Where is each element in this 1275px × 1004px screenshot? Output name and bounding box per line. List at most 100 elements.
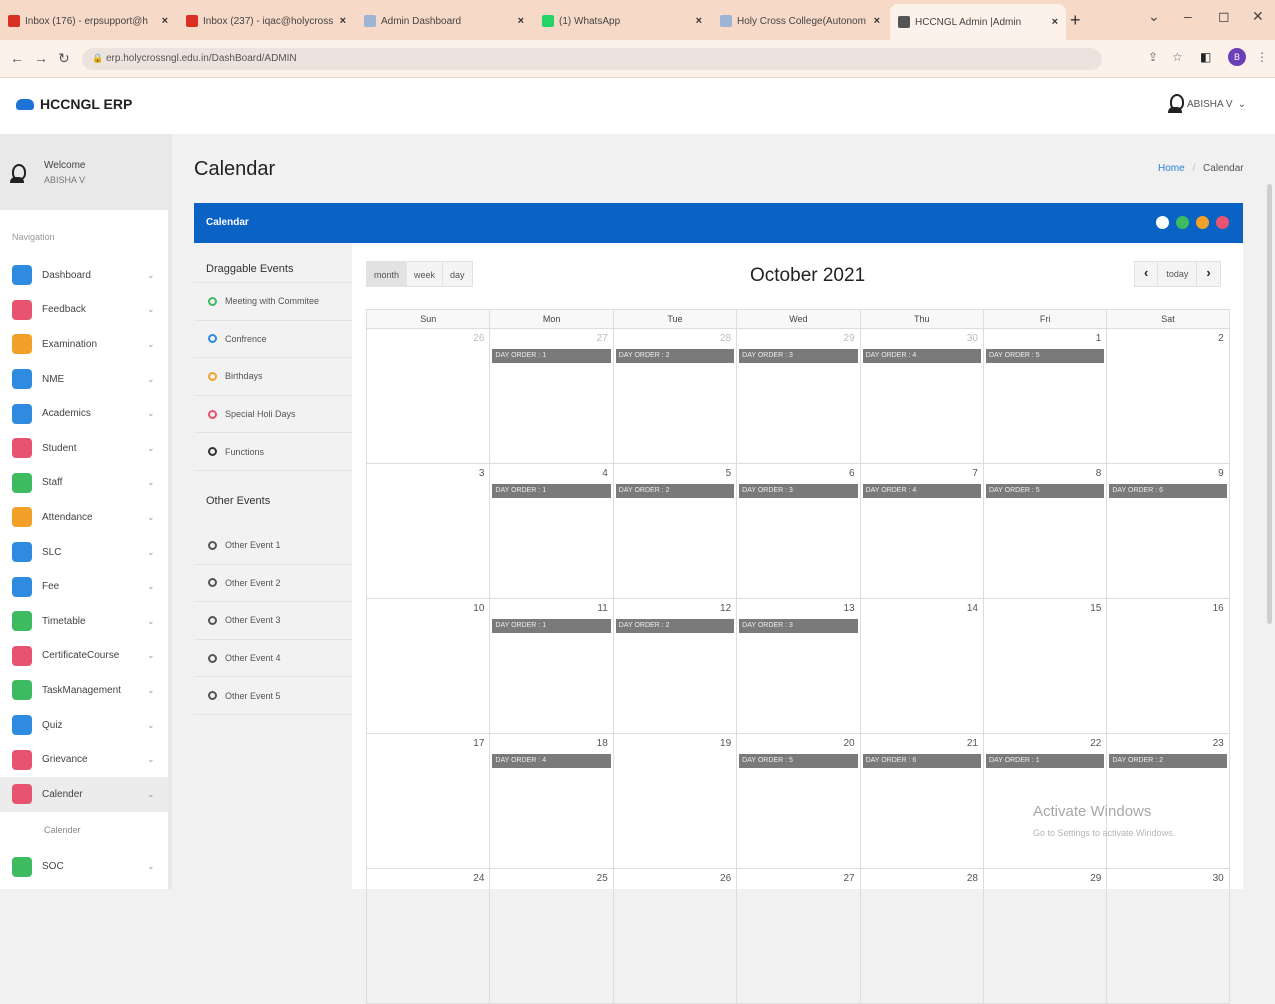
- scrollbar-thumb[interactable]: [1267, 184, 1272, 624]
- day-cell[interactable]: 5 DAY ORDER : 2: [612, 464, 737, 599]
- close-tab-icon[interactable]: ×: [340, 15, 346, 27]
- calendar-event[interactable]: DAY ORDER : 4: [492, 754, 611, 768]
- calendar-event[interactable]: DAY ORDER : 5: [985, 484, 1105, 498]
- calendar-event[interactable]: DAY ORDER : 4: [862, 484, 981, 498]
- sidebar-item-attendance[interactable]: Attendance ⌄: [0, 500, 168, 535]
- day-cell[interactable]: 30 DAY ORDER : 4: [859, 329, 983, 464]
- back-icon[interactable]: ←: [10, 50, 24, 66]
- sidebar-item-nme[interactable]: NME ⌄: [0, 362, 168, 397]
- day-cell[interactable]: 21 DAY ORDER : 6: [859, 734, 983, 869]
- draggable-event[interactable]: Meeting with Commitee: [194, 283, 352, 321]
- day-cell[interactable]: 18 DAY ORDER : 4: [489, 734, 613, 869]
- sidebar-item-academics[interactable]: Academics ⌄: [0, 396, 168, 431]
- close-window-icon[interactable]: ✕: [1252, 8, 1264, 25]
- calendar-event[interactable]: DAY ORDER : 1: [492, 349, 611, 363]
- bookmark-star-icon[interactable]: ☆: [1172, 50, 1183, 64]
- sidebar-item-taskmanagement[interactable]: TaskManagement ⌄: [0, 673, 168, 708]
- calendar-event[interactable]: DAY ORDER : 5: [739, 754, 858, 768]
- day-cell[interactable]: 8 DAY ORDER : 5: [982, 464, 1107, 599]
- profile-avatar[interactable]: B: [1228, 48, 1246, 66]
- calendar-event[interactable]: DAY ORDER : 1: [492, 484, 611, 498]
- browser-tab[interactable]: Admin Dashboard ×: [356, 6, 532, 36]
- day-cell[interactable]: 23 DAY ORDER : 2: [1106, 734, 1230, 869]
- day-cell[interactable]: 1 DAY ORDER : 5: [982, 329, 1107, 464]
- other-event[interactable]: Other Event 4: [194, 640, 352, 678]
- day-cell[interactable]: 3: [366, 464, 490, 599]
- close-tab-icon[interactable]: ×: [162, 15, 168, 27]
- day-cell[interactable]: 13 DAY ORDER : 3: [736, 599, 860, 734]
- prev-month-button[interactable]: ‹: [1134, 261, 1159, 287]
- browser-tab[interactable]: Inbox (176) - erpsupport@h ×: [0, 6, 176, 36]
- day-cell[interactable]: 24: [366, 869, 490, 1004]
- browser-tab[interactable]: Inbox (237) - iqac@holycross ×: [178, 6, 354, 36]
- day-cell[interactable]: 27: [736, 869, 860, 1004]
- day-cell[interactable]: 11 DAY ORDER : 1: [489, 599, 613, 734]
- other-event[interactable]: Other Event 5: [194, 677, 352, 715]
- day-cell[interactable]: 15: [982, 599, 1107, 734]
- breadcrumb-home[interactable]: Home: [1158, 163, 1185, 174]
- day-cell[interactable]: 28: [859, 869, 983, 1004]
- panel-control-dot[interactable]: [1216, 216, 1229, 229]
- sidebar-item-staff[interactable]: Staff ⌄: [0, 466, 168, 501]
- day-cell[interactable]: 4 DAY ORDER : 1: [489, 464, 613, 599]
- sidebar-item-dashboard[interactable]: Dashboard ⌄: [0, 258, 168, 293]
- sidebar-item-student[interactable]: Student ⌄: [0, 431, 168, 466]
- sidebar-item-calender[interactable]: Calender ⌄: [0, 776, 168, 812]
- view-month-button[interactable]: month: [366, 261, 408, 287]
- day-cell[interactable]: 9 DAY ORDER : 6: [1106, 464, 1230, 599]
- close-tab-icon[interactable]: ×: [874, 15, 880, 27]
- day-cell[interactable]: 17: [366, 734, 490, 869]
- page-scrollbar[interactable]: [1264, 134, 1275, 889]
- calendar-event[interactable]: DAY ORDER : 2: [615, 484, 735, 498]
- sidebar-item-slc[interactable]: SLC ⌄: [0, 535, 168, 570]
- address-bar[interactable]: 🔒 erp.holycrossngl.edu.in/DashBoard/ADMI…: [82, 48, 1102, 70]
- day-cell[interactable]: 20 DAY ORDER : 5: [736, 734, 860, 869]
- calendar-event[interactable]: DAY ORDER : 1: [985, 754, 1105, 768]
- sidebar-item-feedback[interactable]: Feedback ⌄: [0, 293, 168, 328]
- browser-tab[interactable]: HCCNGL Admin |Admin ×: [890, 4, 1066, 40]
- share-icon[interactable]: ⇪: [1148, 50, 1158, 64]
- draggable-event[interactable]: Birthdays: [194, 358, 352, 396]
- calendar-event[interactable]: DAY ORDER : 3: [739, 349, 858, 363]
- calendar-event[interactable]: DAY ORDER : 3: [739, 619, 858, 633]
- calendar-event[interactable]: DAY ORDER : 5: [985, 349, 1105, 363]
- user-menu[interactable]: ABISHA V ⌄: [1168, 94, 1246, 114]
- other-event[interactable]: Other Event 3: [194, 602, 352, 640]
- calendar-event[interactable]: DAY ORDER : 2: [615, 349, 735, 363]
- sidebar-subitem-calender[interactable]: Calender: [0, 812, 168, 850]
- day-cell[interactable]: 2: [1106, 329, 1230, 464]
- forward-icon[interactable]: →: [34, 50, 48, 66]
- day-cell[interactable]: 29 DAY ORDER : 3: [736, 329, 860, 464]
- sidebar-item-fee[interactable]: Fee ⌄: [0, 569, 168, 604]
- day-cell[interactable]: 14: [859, 599, 983, 734]
- panel-control-dot[interactable]: [1196, 216, 1209, 229]
- draggable-event[interactable]: Special Holi Days: [194, 396, 352, 434]
- calendar-event[interactable]: DAY ORDER : 4: [862, 349, 981, 363]
- today-button[interactable]: today: [1157, 261, 1198, 287]
- close-tab-icon[interactable]: ×: [518, 15, 524, 27]
- reload-icon[interactable]: ↻: [58, 50, 70, 67]
- new-tab-button[interactable]: +: [1070, 10, 1081, 31]
- day-cell[interactable]: 16: [1106, 599, 1230, 734]
- panel-control-dot[interactable]: [1176, 216, 1189, 229]
- sidebar-item-quiz[interactable]: Quiz ⌄: [0, 708, 168, 743]
- day-cell[interactable]: 25: [489, 869, 613, 1004]
- brand-logo[interactable]: HCCNGL ERP: [16, 96, 132, 112]
- sidebar-item-examination[interactable]: Examination ⌄: [0, 327, 168, 362]
- calendar-event[interactable]: DAY ORDER : 2: [1109, 754, 1227, 768]
- day-cell[interactable]: 29: [982, 869, 1107, 1004]
- day-cell[interactable]: 30: [1106, 869, 1230, 1004]
- day-cell[interactable]: 26: [612, 869, 737, 1004]
- menu-kebab-icon[interactable]: ⋮: [1256, 50, 1268, 64]
- day-cell[interactable]: 26: [366, 329, 490, 464]
- day-cell[interactable]: 28 DAY ORDER : 2: [612, 329, 737, 464]
- view-day-button[interactable]: day: [442, 261, 473, 287]
- sidebar-item-certificatecourse[interactable]: CertificateCourse ⌄: [0, 639, 168, 674]
- sidebar-item-grievance[interactable]: Grievance ⌄: [0, 742, 168, 777]
- maximize-icon[interactable]: ◻: [1218, 8, 1230, 25]
- close-tab-icon[interactable]: ×: [1052, 16, 1058, 28]
- sidebar-item-soc[interactable]: SOC ⌄: [0, 850, 168, 885]
- other-event[interactable]: Other Event 1: [194, 527, 352, 565]
- sidepanel-icon[interactable]: ◧: [1200, 50, 1211, 64]
- sidebar-item-timetable[interactable]: Timetable ⌄: [0, 604, 168, 639]
